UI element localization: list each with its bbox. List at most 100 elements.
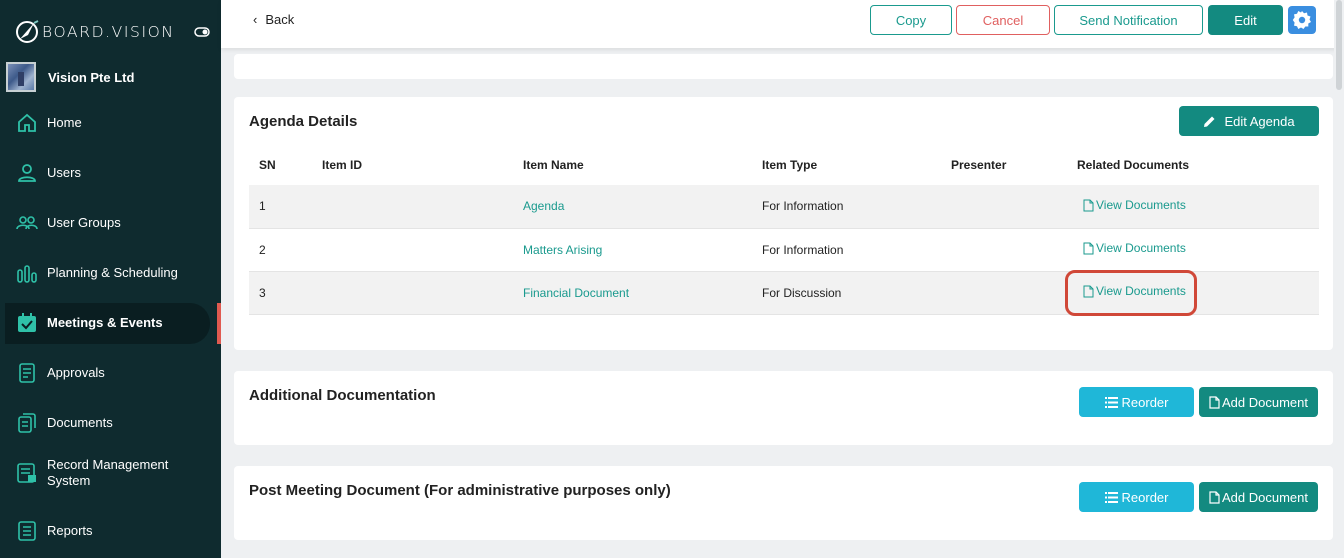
add-document-button[interactable]: Add Document xyxy=(1199,387,1318,417)
sidebar-item-documents[interactable]: Documents xyxy=(0,401,221,445)
sidebar-item-approvals[interactable]: Approvals xyxy=(0,351,221,395)
back-label: Back xyxy=(265,12,295,27)
post-meeting-title: Post Meeting Document (For administrativ… xyxy=(249,482,671,499)
cell-documents: View Documents xyxy=(1067,228,1319,272)
sidebar-item-label: Home xyxy=(47,115,82,130)
scrollbar[interactable] xyxy=(1334,0,1344,558)
cell-item-id xyxy=(312,228,513,272)
file-icon xyxy=(1083,199,1094,211)
table-row: 3 Financial Document For Discussion View… xyxy=(249,270,1319,317)
reorder-label: Reorder xyxy=(1121,394,1169,410)
add-document-label: Add Document xyxy=(1222,394,1308,410)
edit-agenda-button[interactable]: Edit Agenda xyxy=(1179,106,1319,136)
reorder-button[interactable]: Reorder xyxy=(1079,482,1194,512)
copy-button[interactable]: Copy xyxy=(870,5,952,35)
cell-item-name: Financial Document xyxy=(513,271,752,315)
sidebar-item-reports[interactable]: Reports xyxy=(0,509,221,553)
item-name-link[interactable]: Financial Document xyxy=(523,286,629,300)
view-documents-label: View Documents xyxy=(1096,241,1186,256)
item-name-link[interactable]: Agenda xyxy=(523,199,564,213)
sidebar-item-record-management[interactable]: Record Management System xyxy=(0,451,221,495)
cell-sn: 1 xyxy=(249,185,312,229)
column-header: SN xyxy=(259,158,276,172)
org-name: Vision Pte Ltd xyxy=(48,69,135,85)
agenda-table: SN Item ID Item Name Item Type Presenter… xyxy=(249,145,1319,317)
sidebar-item-label: Reports xyxy=(47,523,93,538)
sidebar-item-label: Planning & Scheduling xyxy=(47,265,178,280)
view-documents-link[interactable]: View Documents xyxy=(1065,270,1197,317)
users-icon xyxy=(16,216,38,230)
sidebar-item-meetings[interactable]: Meetings & Events xyxy=(0,301,221,345)
previous-section-card xyxy=(234,54,1333,79)
back-button[interactable]: ‹ Back xyxy=(253,12,294,27)
sidebar-item-user-groups[interactable]: User Groups xyxy=(0,201,221,245)
cell-presenter xyxy=(941,228,1067,272)
column-header: Presenter xyxy=(951,158,1007,172)
reorder-button[interactable]: Reorder xyxy=(1079,387,1194,417)
toggle-icon[interactable] xyxy=(194,26,210,38)
cancel-button[interactable]: Cancel xyxy=(956,5,1050,35)
file-icon xyxy=(1083,242,1094,255)
sidebar-item-label: Record Management System xyxy=(47,457,168,489)
cell-item-id xyxy=(312,271,513,315)
view-documents-label: View Documents xyxy=(1096,198,1186,212)
sidebar-item-home[interactable]: Home xyxy=(0,101,221,145)
organization-switcher[interactable]: Vision Pte Ltd xyxy=(6,62,134,92)
table-row: 1 Agenda For Information View Documents xyxy=(249,185,1319,229)
pencil-icon xyxy=(1204,116,1215,127)
list-icon xyxy=(1104,396,1118,408)
file-icon xyxy=(1209,395,1220,409)
logo-text: BOARD.VISION xyxy=(42,23,175,41)
sidebar-item-planning[interactable]: Planning & Scheduling xyxy=(0,251,221,295)
agenda-card: Agenda Details Edit Agenda SN Item ID It… xyxy=(234,97,1333,350)
post-meeting-document-card: Post Meeting Document (For administrativ… xyxy=(234,466,1333,540)
edit-button[interactable]: Edit xyxy=(1208,5,1283,35)
cell-item-name: Agenda xyxy=(513,185,752,229)
sidebar: BOARD.VISION Vision Pte Ltd Home Users U… xyxy=(0,0,221,558)
view-documents-link[interactable]: View Documents xyxy=(1083,198,1186,212)
scrollbar-thumb[interactable] xyxy=(1336,0,1342,90)
view-documents-link[interactable]: View Documents xyxy=(1083,241,1186,255)
cell-item-type: For Discussion xyxy=(752,271,941,315)
report-icon xyxy=(18,521,36,541)
cell-item-type: For Information xyxy=(752,185,941,229)
documents-icon xyxy=(18,413,36,433)
cell-item-id xyxy=(312,185,513,229)
add-document-label: Add Document xyxy=(1222,489,1308,505)
chevron-left-icon: ‹ xyxy=(253,12,258,27)
item-name-link[interactable]: Matters Arising xyxy=(523,243,602,257)
gear-icon xyxy=(1292,11,1311,29)
top-toolbar: ‹ Back Copy Cancel Send Notification Edi… xyxy=(221,0,1344,48)
sidebar-item-label: Approvals xyxy=(47,365,105,380)
label-line-2: System xyxy=(47,473,91,488)
reorder-label: Reorder xyxy=(1121,489,1169,505)
cell-item-type: For Information xyxy=(752,228,941,272)
sidebar-item-users[interactable]: Users xyxy=(0,151,221,195)
column-header: Related Documents xyxy=(1077,158,1190,172)
cell-documents: View Documents xyxy=(1067,185,1319,229)
cell-presenter xyxy=(941,185,1067,229)
column-header: Item Name xyxy=(523,158,584,172)
column-header: Item Type xyxy=(762,158,818,172)
file-icon xyxy=(1209,490,1220,504)
highlight-box xyxy=(1065,270,1197,317)
org-avatar xyxy=(6,62,36,92)
document-icon xyxy=(19,363,35,383)
send-notification-button[interactable]: Send Notification xyxy=(1054,5,1203,35)
settings-button[interactable] xyxy=(1288,6,1316,34)
home-icon xyxy=(18,113,36,132)
active-bar xyxy=(217,303,221,344)
logo[interactable]: BOARD.VISION xyxy=(14,19,175,45)
record-icon xyxy=(17,463,36,483)
logo-icon xyxy=(16,20,39,43)
add-document-button[interactable]: Add Document xyxy=(1199,482,1318,512)
column-header: Item ID xyxy=(322,158,363,172)
sidebar-item-label: Users xyxy=(47,165,81,180)
bar-chart-icon xyxy=(17,265,37,283)
list-icon xyxy=(1104,491,1118,503)
additional-documentation-card: Additional Documentation Reorder Add Doc… xyxy=(234,371,1333,445)
sidebar-item-label: Documents xyxy=(47,415,113,430)
sidebar-item-label: Meetings & Events xyxy=(47,315,163,330)
sidebar-item-label: User Groups xyxy=(47,215,121,230)
label-line-1: Record Management xyxy=(47,457,169,472)
